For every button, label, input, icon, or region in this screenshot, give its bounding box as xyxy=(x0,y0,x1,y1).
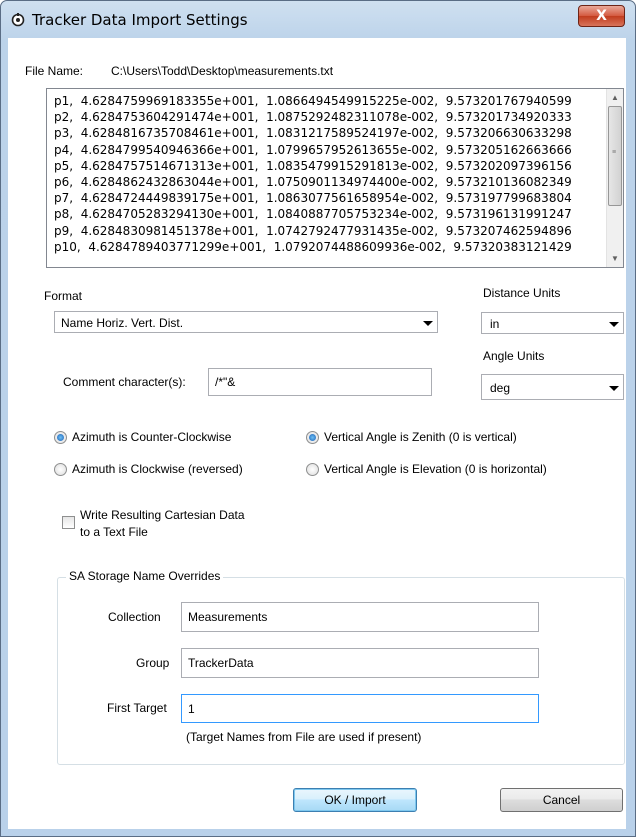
vertical-zenith-label[interactable]: Vertical Angle is Zenith (0 is vertical) xyxy=(324,430,517,444)
collection-label: Collection xyxy=(108,610,161,624)
close-button[interactable]: X xyxy=(578,5,625,27)
angle-units-select[interactable]: deg xyxy=(481,374,624,400)
data-preview-lines: p1, 4.6284759969183355e+001, 1.086649454… xyxy=(54,93,605,255)
ok-import-button[interactable]: OK / Import xyxy=(293,788,417,812)
azimuth-ccw-label[interactable]: Azimuth is Counter-Clockwise xyxy=(72,430,231,444)
vertical-elevation-label[interactable]: Vertical Angle is Elevation (0 is horizo… xyxy=(324,462,547,476)
chevron-down-icon xyxy=(609,386,619,391)
data-line: p7, 4.6284724449839175e+001, 1.086307756… xyxy=(54,191,572,206)
first-target-field[interactable] xyxy=(182,695,538,722)
write-file-checkbox[interactable] xyxy=(62,516,75,529)
close-icon: X xyxy=(596,8,607,24)
azimuth-cw-label[interactable]: Azimuth is Clockwise (reversed) xyxy=(72,462,243,476)
vertical-zenith-radio[interactable] xyxy=(306,431,319,444)
chevron-down-icon xyxy=(423,321,433,326)
title-bar[interactable]: Tracker Data Import Settings X xyxy=(1,1,635,39)
file-name-label: File Name: xyxy=(25,64,84,78)
data-line: p3, 4.6284816735708461e+001, 1.083121758… xyxy=(54,126,572,141)
data-line: p10, 4.6284789403771299e+001, 1.07920744… xyxy=(54,239,572,254)
data-line: p1, 4.6284759969183355e+001, 1.086649454… xyxy=(54,94,572,108)
comment-chars-input[interactable] xyxy=(208,368,432,396)
scroll-down-icon[interactable]: ▼ xyxy=(607,250,623,267)
format-select[interactable]: Name Horiz. Vert. Dist. xyxy=(54,311,438,333)
write-file-label-line1[interactable]: Write Resulting Cartesian Data xyxy=(80,508,245,522)
data-line: p2, 4.6284753604291474e+001, 1.087529248… xyxy=(54,110,572,125)
data-preview-scrollbar[interactable]: ▲ ≡ ▼ xyxy=(606,89,623,267)
storage-overrides-title: SA Storage Name Overrides xyxy=(66,569,224,583)
data-line: p8, 4.6284705283294130e+001, 1.084088770… xyxy=(54,207,572,222)
comment-chars-field[interactable] xyxy=(209,369,431,395)
file-name-path: C:\Users\Todd\Desktop\measurements.txt xyxy=(111,64,334,78)
chevron-down-icon xyxy=(609,322,619,327)
scroll-grip-icon: ≡ xyxy=(612,149,617,156)
angle-units-label: Angle Units xyxy=(483,349,545,363)
data-line: p6, 4.6284862432863044e+001, 1.075090113… xyxy=(54,175,572,190)
azimuth-cw-radio[interactable] xyxy=(54,463,67,476)
distance-units-select[interactable]: in xyxy=(481,312,624,334)
distance-units-value: in xyxy=(490,317,500,331)
first-target-label: First Target xyxy=(107,701,167,715)
group-input[interactable] xyxy=(181,648,539,678)
target-names-note: (Target Names from File are used if pres… xyxy=(186,730,422,744)
write-file-label-line2[interactable]: to a Text File xyxy=(80,525,148,539)
collection-input[interactable] xyxy=(181,602,539,632)
data-line: p5, 4.6284757514671313e+001, 1.083547991… xyxy=(54,158,572,173)
data-preview-textarea[interactable]: p1, 4.6284759969183355e+001, 1.086649454… xyxy=(46,88,624,268)
scroll-thumb[interactable]: ≡ xyxy=(608,106,622,206)
distance-units-label: Distance Units xyxy=(483,286,561,300)
group-label: Group xyxy=(136,656,170,670)
angle-units-value: deg xyxy=(490,381,511,395)
window-title: Tracker Data Import Settings xyxy=(32,11,248,29)
format-value: Name Horiz. Vert. Dist. xyxy=(61,316,184,330)
data-line: p9, 4.6284830981451378e+001, 1.074279247… xyxy=(54,223,572,238)
collection-field[interactable] xyxy=(182,603,538,631)
data-line: p4, 4.6284799540946366e+001, 1.079965795… xyxy=(54,142,572,157)
scroll-up-icon[interactable]: ▲ xyxy=(607,89,623,106)
group-field[interactable] xyxy=(182,649,538,677)
vertical-elevation-radio[interactable] xyxy=(306,463,319,476)
cancel-button[interactable]: Cancel xyxy=(500,788,623,812)
comment-chars-label: Comment character(s): xyxy=(63,375,186,389)
azimuth-ccw-radio[interactable] xyxy=(54,431,67,444)
first-target-input[interactable] xyxy=(181,694,539,723)
app-icon xyxy=(11,13,25,27)
format-label: Format xyxy=(44,289,83,303)
